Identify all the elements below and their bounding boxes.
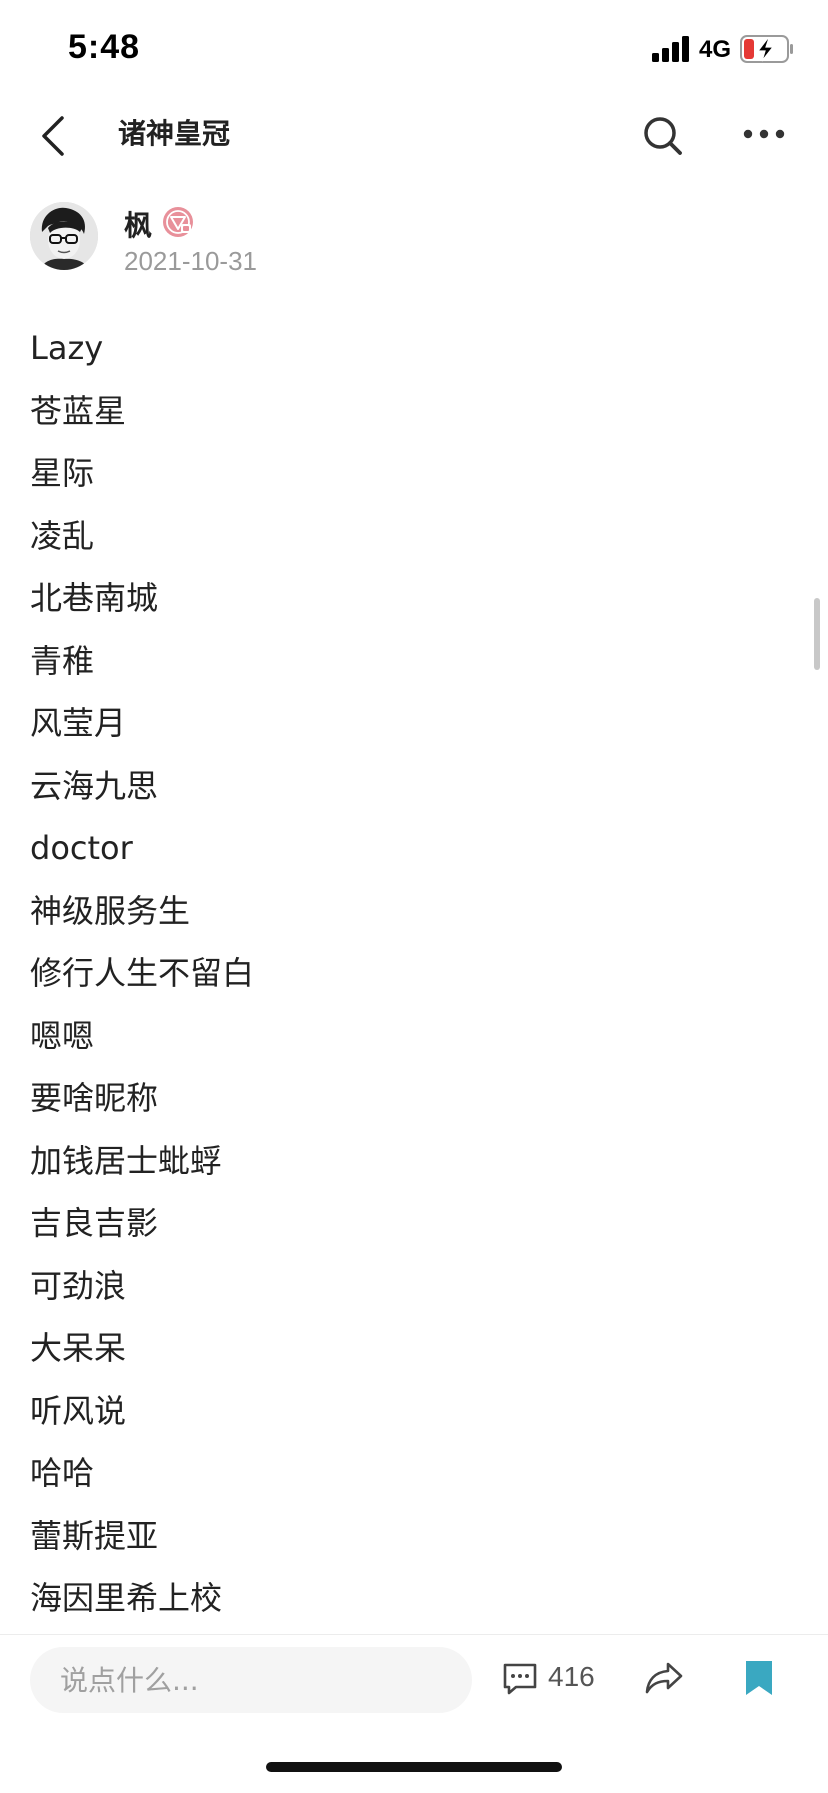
list-item: 加钱居士蚍蜉 [30, 1142, 223, 1180]
list-item: doctor [30, 829, 133, 867]
bookmark-icon[interactable] [744, 1659, 774, 1697]
author-name[interactable]: 枫 [124, 204, 152, 244]
list-item: 云海九思 [30, 767, 159, 805]
list-item: 听风说 [30, 1392, 127, 1430]
list-item: 青稚 [30, 642, 95, 680]
avatar-portrait-icon [30, 202, 98, 270]
list-item: 嗯嗯 [30, 1017, 95, 1055]
author-row: 枫 2021-10-31 [0, 182, 828, 282]
nav-bar: 诸神皇冠 [0, 96, 828, 183]
list-item: 哈哈 [30, 1454, 95, 1492]
status-bar: 5:48 4G [0, 0, 828, 96]
battery-charging-icon [740, 35, 793, 63]
post-date: 2021-10-31 [124, 246, 257, 276]
list-item: 凌乱 [30, 517, 95, 555]
list-item: 星际 [30, 454, 95, 492]
share-icon[interactable] [644, 1661, 684, 1695]
list-item: 北巷南城 [30, 579, 159, 617]
back-chevron-icon[interactable] [36, 114, 70, 158]
list-item: 大呆呆 [30, 1329, 127, 1367]
search-icon[interactable] [641, 114, 685, 158]
list-item: 神级服务生 [30, 892, 191, 930]
list-item: Lazy [30, 329, 104, 367]
more-dots-icon[interactable] [742, 122, 786, 146]
page-title: 诸神皇冠 [118, 117, 231, 150]
list-item: 修行人生不留白 [30, 954, 255, 992]
list-item: 海因里希上校 [30, 1579, 223, 1617]
scrollbar[interactable] [814, 598, 820, 670]
list-item: 吉良吉影 [30, 1204, 159, 1242]
network-label: 4G [699, 36, 732, 63]
list-item: 苍蓝星 [30, 392, 127, 430]
level-badge-icon [163, 207, 193, 237]
avatar[interactable] [30, 202, 98, 270]
post-content: 晓晴 Lazy 苍蓝星 星际 凌乱 北巷南城 青稚 风莹月 云海九思 docto… [0, 256, 828, 1634]
signal-icon [652, 36, 689, 62]
list-item: 风莹月 [30, 704, 127, 742]
comment-icon[interactable] [502, 1661, 538, 1697]
home-indicator [266, 1762, 562, 1772]
list-item: 蕾斯提亚 [30, 1517, 159, 1555]
status-time: 5:48 [68, 28, 141, 66]
comment-count[interactable]: 416 [548, 1661, 595, 1693]
list-item: 可劲浪 [30, 1267, 127, 1305]
comment-input[interactable] [30, 1647, 472, 1713]
list-item: 要啥昵称 [30, 1079, 159, 1117]
